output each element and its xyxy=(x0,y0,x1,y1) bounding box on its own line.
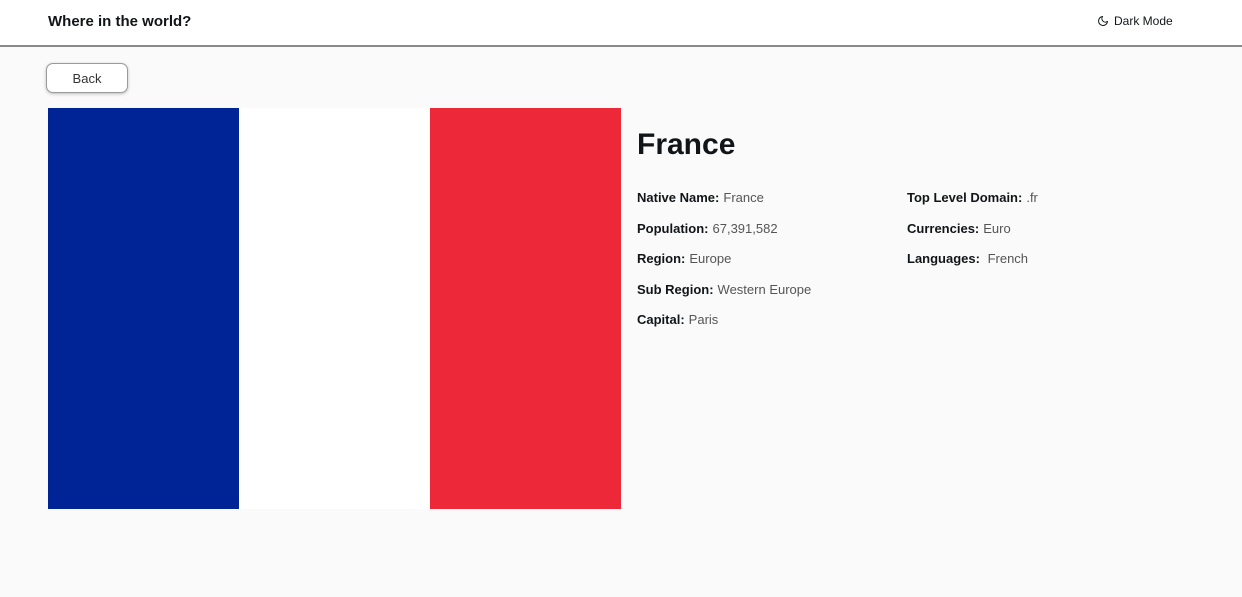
detail-value: France xyxy=(723,190,764,205)
detail-label: Region: xyxy=(637,251,686,266)
detail-label: Languages: xyxy=(907,251,980,266)
detail-population: Population: 67,391,582 xyxy=(637,221,811,252)
dark-mode-label: Dark Mode xyxy=(1114,14,1173,28)
country-name: France xyxy=(637,128,736,161)
detail-value: 67,391,582 xyxy=(712,220,778,236)
detail-value: Paris xyxy=(688,312,719,327)
back-button[interactable]: Back xyxy=(46,63,128,93)
detail-label: Currencies: xyxy=(907,220,980,236)
moon-icon xyxy=(1098,16,1108,26)
app-title: Where in the world? xyxy=(48,13,192,30)
detail-languages: Languages: French xyxy=(907,251,1038,282)
detail-value: French xyxy=(983,251,1029,266)
country-details-secondary: Top Level Domain: .fr Currencies: Euro Lan… xyxy=(907,190,1038,282)
detail-label: Capital: xyxy=(637,312,685,327)
detail-region: Region: Europe xyxy=(637,251,811,282)
detail-label: Native Name: xyxy=(637,190,720,205)
detail-currencies: Currencies: Euro xyxy=(907,221,1038,252)
flag-band-blue xyxy=(48,108,239,509)
detail-label: Population: xyxy=(637,220,709,236)
detail-value: .fr xyxy=(1026,190,1038,205)
detail-value: Western Europe xyxy=(717,281,812,297)
dark-mode-toggle[interactable]: Dark Mode xyxy=(1097,14,1173,28)
detail-native-name: Native Name: France xyxy=(637,190,811,221)
flag-band-red xyxy=(430,108,621,509)
detail-label: Sub Region: xyxy=(637,281,714,297)
detail-label: Top Level Domain: xyxy=(907,190,1023,205)
country-details-primary: Native Name: France Population: 67,391,582… xyxy=(637,190,811,343)
detail-capital: Capital: Paris xyxy=(637,312,811,343)
detail-value: Euro xyxy=(983,220,1011,236)
app-header: Where in the world? Dark Mode xyxy=(0,0,1242,47)
detail-top-level-domain: Top Level Domain: .fr xyxy=(907,190,1038,221)
flag-band-white xyxy=(239,108,430,509)
detail-sub-region: Sub Region: Western Europe xyxy=(637,282,811,313)
detail-value: Europe xyxy=(689,251,732,266)
country-flag-image xyxy=(48,108,621,509)
